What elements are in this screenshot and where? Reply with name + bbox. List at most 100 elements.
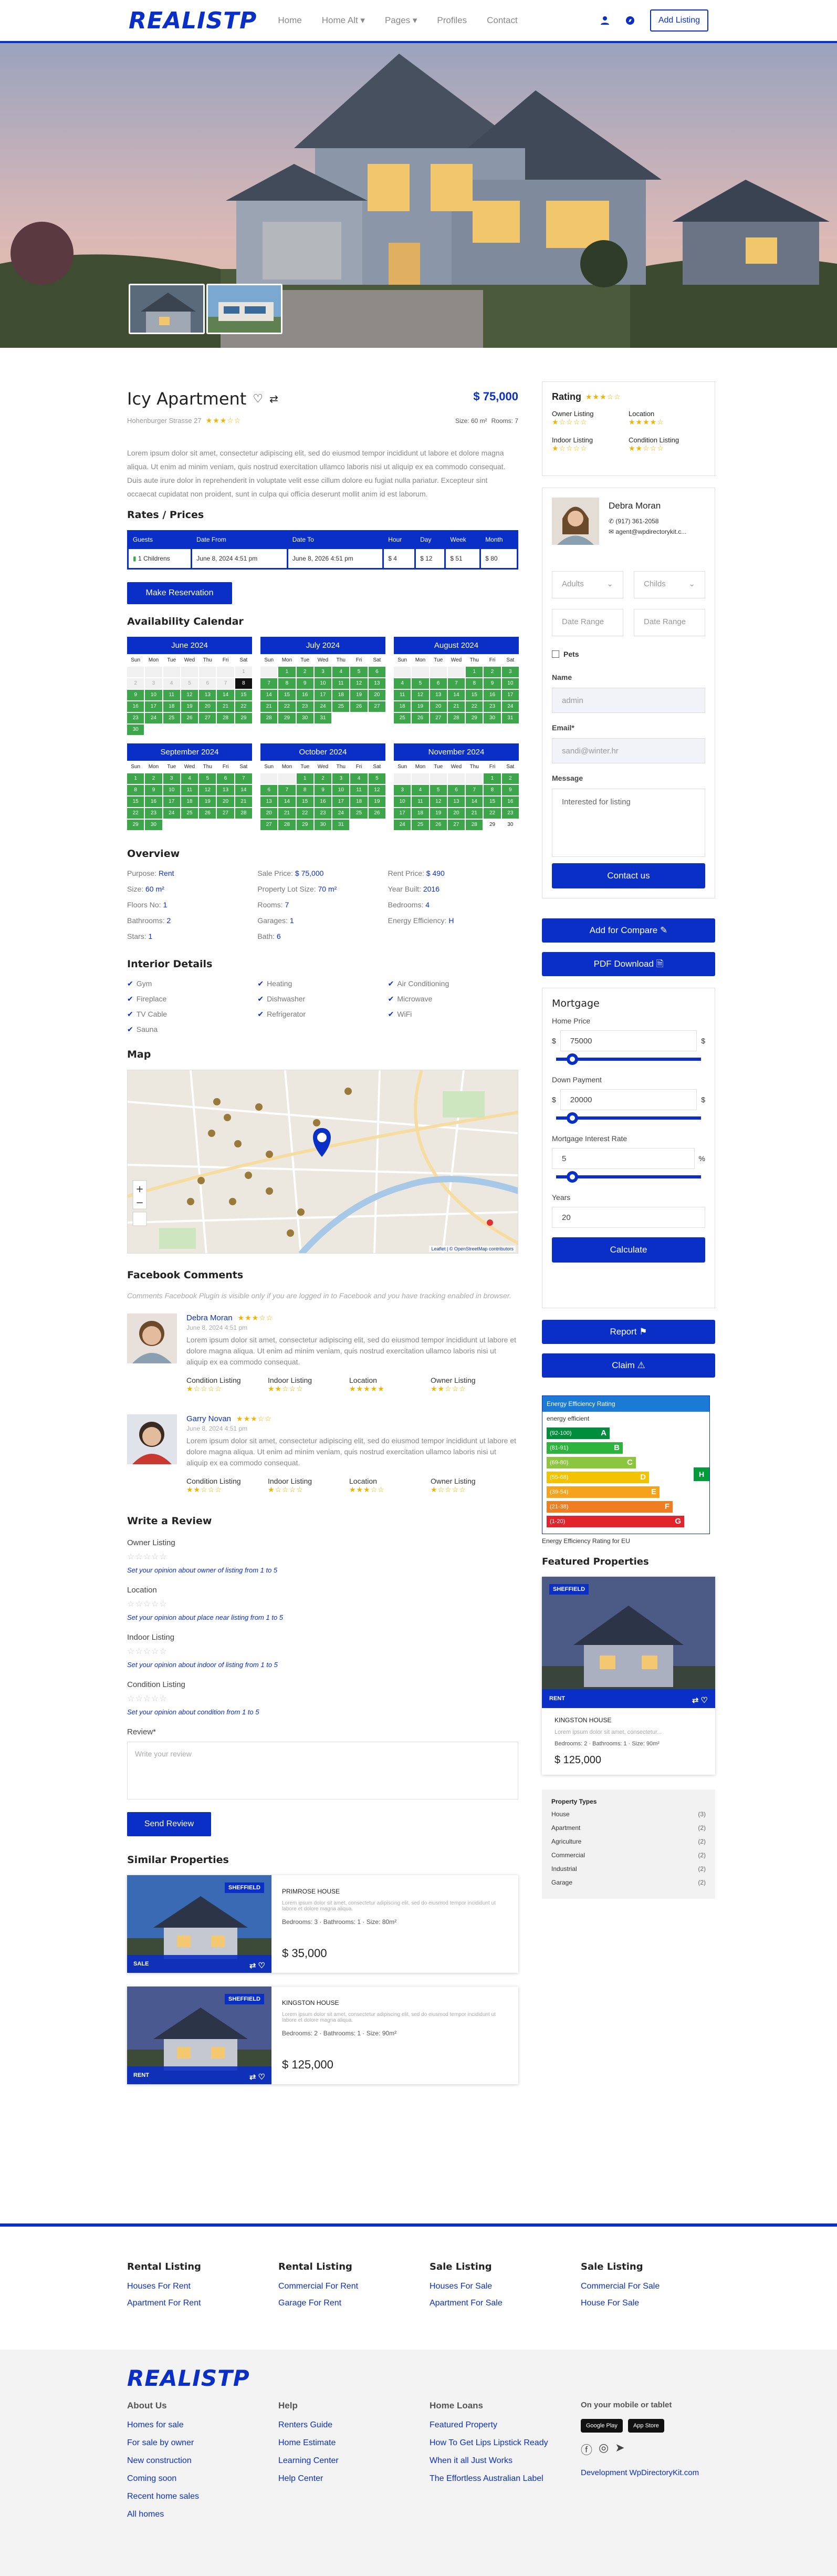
agent-email[interactable]: agent@wpdirectorykit.c... bbox=[615, 528, 686, 535]
calendar-day[interactable]: 1 bbox=[296, 773, 313, 784]
calendar-day[interactable]: 23 bbox=[314, 808, 332, 819]
pdf-download-button[interactable]: PDF Download 🗎 bbox=[542, 952, 715, 976]
footer-link[interactable]: How To Get Lips Lipstick Ready bbox=[430, 2438, 581, 2448]
calendar-day[interactable]: 26 bbox=[199, 808, 216, 819]
calendar-day[interactable]: 19 bbox=[199, 796, 216, 807]
interest-rate-slider[interactable] bbox=[556, 1171, 701, 1183]
calendar-day[interactable]: 24 bbox=[314, 701, 332, 712]
calendar-day[interactable]: 22 bbox=[296, 808, 313, 819]
telegram-icon[interactable]: ➤ bbox=[615, 2441, 624, 2458]
calendar-day[interactable]: 15 bbox=[484, 796, 501, 807]
calendar-day[interactable]: 27 bbox=[199, 713, 216, 723]
calendar-day[interactable]: 21 bbox=[466, 808, 483, 819]
footer-link[interactable]: Recent home sales bbox=[127, 2492, 278, 2501]
calendar-day[interactable]: 7 bbox=[466, 785, 483, 795]
make-reservation-button[interactable]: Make Reservation bbox=[127, 582, 232, 604]
property-type-item[interactable]: Agriculture (2) bbox=[551, 1838, 706, 1845]
calendar-day[interactable]: 31 bbox=[501, 713, 519, 723]
calendar-day[interactable]: 3 bbox=[314, 667, 332, 677]
footer-link[interactable]: When it all Just Works bbox=[430, 2456, 581, 2466]
calendar-day[interactable]: 13 bbox=[260, 796, 278, 807]
calendar-day[interactable]: 13 bbox=[217, 785, 234, 795]
calendar-day[interactable]: 8 bbox=[296, 785, 313, 795]
calendar-day[interactable]: 6 bbox=[430, 678, 447, 689]
calendar-day[interactable]: 5 bbox=[412, 678, 429, 689]
calendar-day[interactable]: 21 bbox=[235, 796, 252, 807]
calendar-day[interactable]: 10 bbox=[332, 785, 350, 795]
calendar-day[interactable]: 6 bbox=[217, 773, 234, 784]
calendar-day[interactable]: 8 bbox=[235, 678, 252, 689]
footer-link[interactable]: Coming soon bbox=[127, 2474, 278, 2484]
calendar-day[interactable]: 3 bbox=[163, 773, 180, 784]
instagram-icon[interactable]: ◎ bbox=[599, 2441, 609, 2458]
message-input[interactable]: Interested for listing bbox=[552, 789, 705, 857]
calendar-day[interactable]: 7 bbox=[217, 678, 234, 689]
calendar-day[interactable]: 18 bbox=[394, 701, 411, 712]
calendar-day[interactable]: 15 bbox=[127, 796, 144, 807]
heart-icon[interactable]: ♡ bbox=[253, 392, 263, 406]
calendar-day[interactable]: 16 bbox=[145, 796, 162, 807]
date-from-input[interactable]: Date Range bbox=[552, 609, 623, 636]
calendar-day[interactable]: 20 bbox=[199, 701, 216, 712]
calendar-day[interactable]: 8 bbox=[278, 678, 296, 689]
calendar-day[interactable]: 28 bbox=[217, 713, 234, 723]
footer-link[interactable]: Apartment For Sale bbox=[430, 2299, 581, 2308]
calendar-day[interactable]: 12 bbox=[181, 690, 198, 700]
contact-us-button[interactable]: Contact us bbox=[552, 863, 705, 888]
calendar-day[interactable]: 6 bbox=[199, 678, 216, 689]
calendar-day[interactable]: 31 bbox=[332, 820, 350, 830]
calendar-day[interactable]: 13 bbox=[447, 796, 465, 807]
calendar-day[interactable]: 26 bbox=[430, 820, 447, 830]
calendar-day[interactable]: 20 bbox=[368, 690, 385, 700]
calendar-day[interactable]: 2 bbox=[314, 773, 332, 784]
calendar-day[interactable]: 2 bbox=[127, 678, 144, 689]
nav-pages[interactable]: Pages ▾ bbox=[385, 15, 417, 26]
calendar-day[interactable]: 9 bbox=[501, 785, 519, 795]
calendar-day[interactable]: 20 bbox=[447, 808, 465, 819]
calendar-day[interactable]: 4 bbox=[163, 678, 180, 689]
footer-link[interactable]: Commercial For Sale bbox=[581, 2282, 732, 2291]
calendar-day[interactable]: 7 bbox=[235, 773, 252, 784]
calendar-day[interactable]: 30 bbox=[127, 725, 144, 735]
calendar-day[interactable]: 5 bbox=[368, 773, 385, 784]
calendar-day[interactable]: 17 bbox=[501, 690, 519, 700]
calendar-day[interactable]: 9 bbox=[296, 678, 313, 689]
calendar-day[interactable]: 6 bbox=[368, 667, 385, 677]
calendar-day[interactable]: 28 bbox=[235, 808, 252, 819]
calendar-day[interactable]: 25 bbox=[412, 820, 429, 830]
calendar-day[interactable]: 27 bbox=[430, 713, 447, 723]
calendar-day[interactable]: 28 bbox=[447, 713, 465, 723]
logo[interactable]: REALISTP bbox=[129, 7, 257, 34]
calendar-day[interactable]: 7 bbox=[447, 678, 465, 689]
calendar-day[interactable]: 2 bbox=[484, 667, 501, 677]
nav-profiles[interactable]: Profiles bbox=[437, 15, 467, 26]
calendar-day[interactable]: 10 bbox=[501, 678, 519, 689]
down-payment-slider[interactable] bbox=[556, 1112, 701, 1124]
similar-property-card[interactable]: SHEFFIELD SALE ⇄ ♡ PRIMROSE HOUSE Lorem ipsu… bbox=[127, 1875, 518, 1973]
calendar-day[interactable]: 27 bbox=[260, 820, 278, 830]
footer-link[interactable]: Learning Center bbox=[278, 2456, 430, 2466]
calendar-day[interactable]: 29 bbox=[127, 820, 144, 830]
childs-select[interactable]: Childs ⌄ bbox=[634, 571, 705, 598]
calendar-day[interactable]: 19 bbox=[181, 701, 198, 712]
calendar-day[interactable]: 14 bbox=[466, 796, 483, 807]
calendar-day[interactable]: 5 bbox=[350, 667, 368, 677]
footer-link[interactable]: House For Sale bbox=[581, 2299, 732, 2308]
calendar-day[interactable]: 1 bbox=[127, 773, 144, 784]
calendar-day[interactable]: 23 bbox=[484, 701, 501, 712]
calendar-day[interactable]: 4 bbox=[332, 667, 350, 677]
review-textarea[interactable]: Write your review bbox=[127, 1742, 518, 1799]
footer-link[interactable]: Commercial For Rent bbox=[278, 2282, 430, 2291]
footer-link[interactable]: Houses For Sale bbox=[430, 2282, 581, 2291]
calendar-day[interactable]: 14 bbox=[217, 690, 234, 700]
calendar-day[interactable]: 6 bbox=[260, 785, 278, 795]
heart-icon[interactable]: ⇄ ♡ bbox=[249, 1961, 265, 1970]
calendar-day[interactable]: 21 bbox=[447, 701, 465, 712]
review-star-input[interactable]: ☆☆☆☆☆ bbox=[127, 1551, 518, 1562]
calendar-day[interactable]: 2 bbox=[501, 773, 519, 784]
calendar-day[interactable]: 14 bbox=[235, 785, 252, 795]
calendar-day[interactable]: 24 bbox=[332, 808, 350, 819]
calendar-day[interactable]: 5 bbox=[199, 773, 216, 784]
property-type-item[interactable]: Garage (2) bbox=[551, 1879, 706, 1886]
property-map[interactable]: + − Leaflet | © OpenStreetMap contributo… bbox=[127, 1070, 518, 1254]
